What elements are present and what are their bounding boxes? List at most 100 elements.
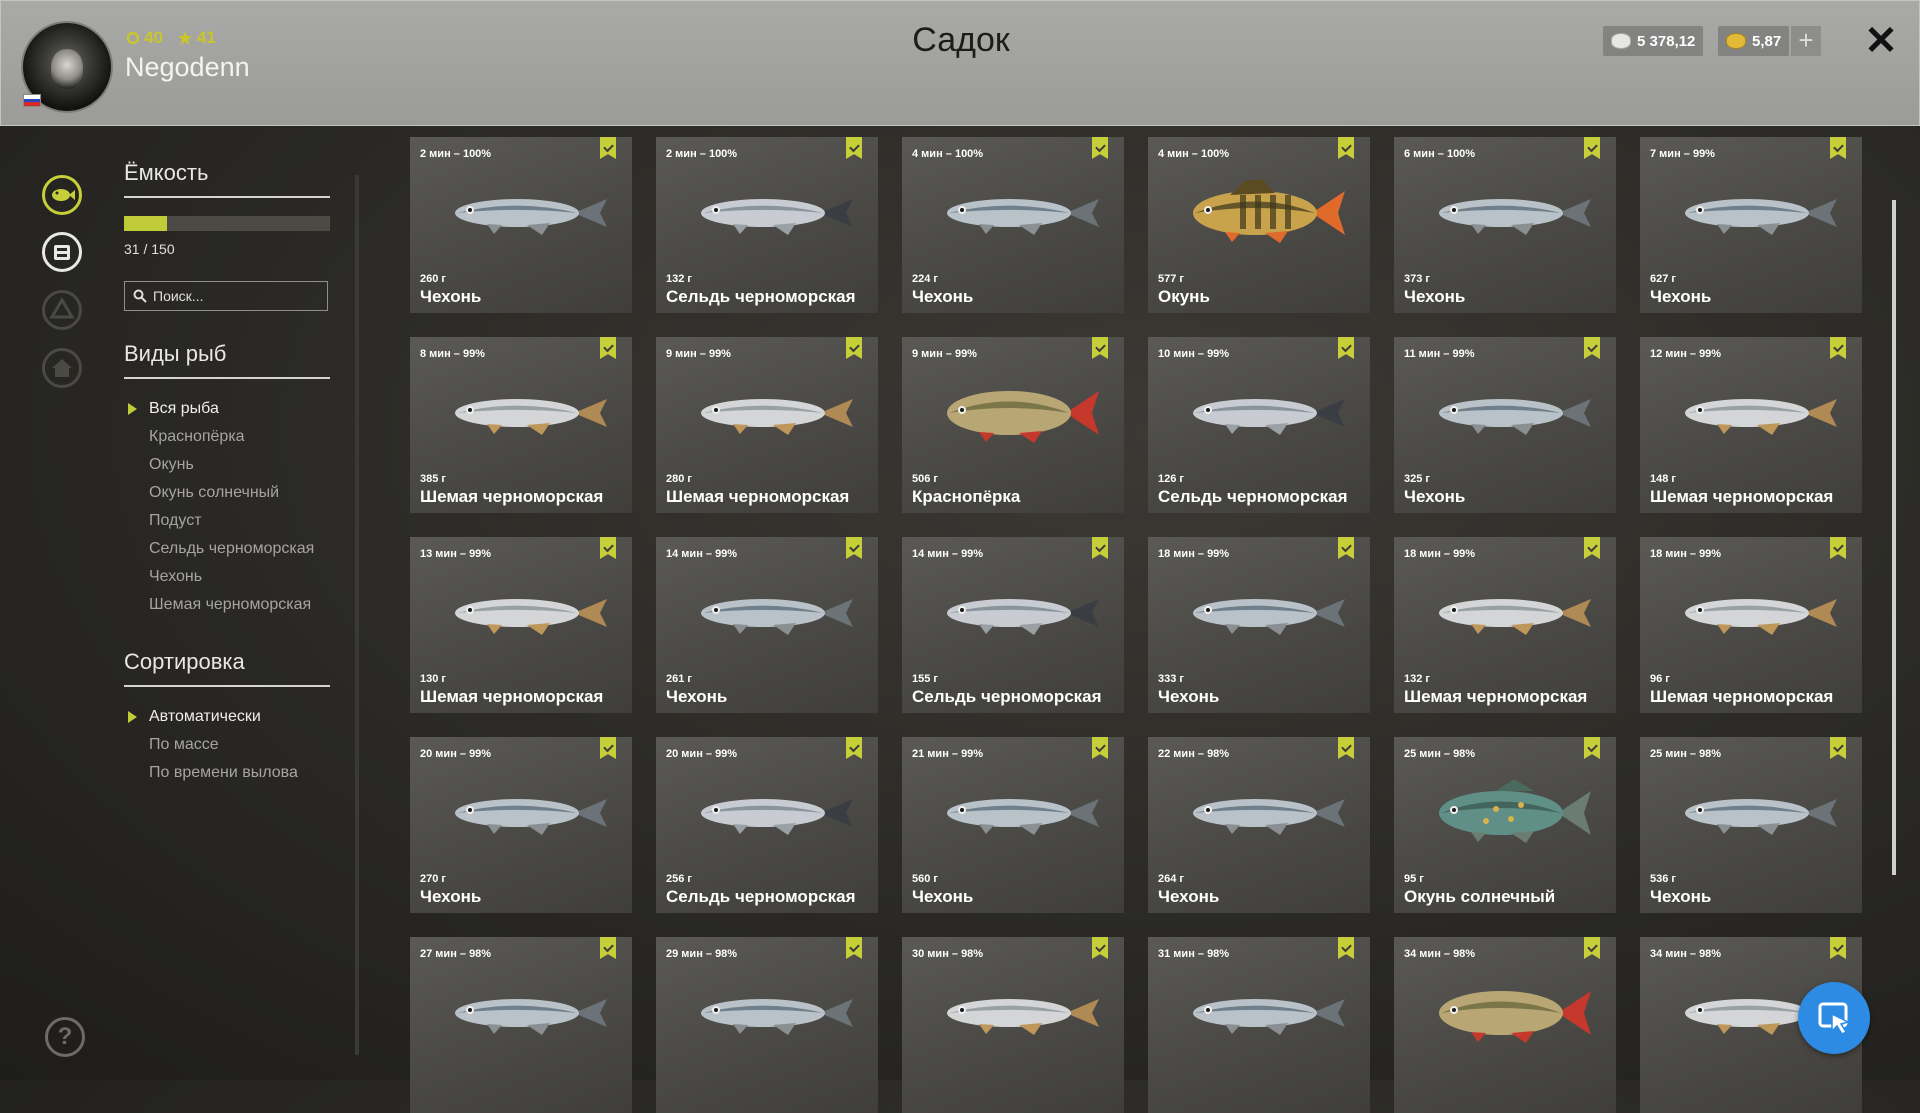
species-item[interactable]: Подуст (124, 507, 330, 535)
fish-card[interactable]: 34 мин – 98% (1394, 937, 1616, 1113)
catch-time: 18 мин – 99% (1158, 548, 1230, 560)
bookmark-icon[interactable] (1092, 537, 1108, 559)
fish-image (1170, 773, 1350, 853)
bookmark-icon[interactable] (1338, 937, 1354, 959)
fish-card[interactable]: 29 мин – 98% (656, 937, 878, 1113)
bookmark-icon[interactable] (600, 937, 616, 959)
bookmark-icon[interactable] (846, 137, 862, 159)
catch-time: 6 мин – 100% (1404, 148, 1476, 160)
fish-weight: 132 г (1404, 673, 1430, 685)
fish-card[interactable]: 30 мин – 98% (902, 937, 1124, 1113)
species-item[interactable]: Вся рыба (124, 395, 330, 423)
cursor-mode-button[interactable] (1798, 982, 1870, 1054)
bookmark-icon[interactable] (1338, 537, 1354, 559)
fish-weight: 264 г (1158, 873, 1184, 885)
fish-card[interactable]: 13 мин – 99% 130 г Шемая черноморская (410, 537, 632, 713)
bookmark-icon[interactable] (1584, 537, 1600, 559)
home-icon[interactable] (42, 348, 82, 388)
fish-card[interactable]: 31 мин – 98% (1148, 937, 1370, 1113)
fish-card[interactable]: 9 мин – 99% 506 г Краснопёрка (902, 337, 1124, 513)
fish-card[interactable]: 18 мин – 99% 333 г Чехонь (1148, 537, 1370, 713)
keepnet-fish-icon[interactable] (42, 175, 82, 215)
bookmark-icon[interactable] (1092, 137, 1108, 159)
fish-card[interactable]: 2 мин – 100% 132 г Сельдь черноморская (656, 137, 878, 313)
fish-name: Сельдь черноморская (1158, 487, 1348, 506)
bookmark-icon[interactable] (1584, 737, 1600, 759)
bookmark-icon[interactable] (1092, 337, 1108, 359)
sort-item[interactable]: По массе (124, 731, 330, 759)
fish-card[interactable]: 14 мин – 99% 155 г Сельдь черноморская (902, 537, 1124, 713)
fish-name: Шемая черноморская (666, 487, 850, 506)
fish-weight: 560 г (912, 873, 938, 885)
bookmark-icon[interactable] (600, 537, 616, 559)
fish-card[interactable]: 7 мин – 99% 627 г Чехонь (1640, 137, 1862, 313)
sort-item[interactable]: По времени вылова (124, 759, 330, 787)
bookmark-icon[interactable] (1092, 737, 1108, 759)
fish-card[interactable]: 27 мин – 98% (410, 937, 632, 1113)
fish-card[interactable]: 4 мин – 100% 577 г Окунь (1148, 137, 1370, 313)
help-button[interactable]: ? (45, 1017, 85, 1057)
bookmark-icon[interactable] (1584, 937, 1600, 959)
fish-card[interactable]: 4 мин – 100% 224 г Чехонь (902, 137, 1124, 313)
species-item[interactable]: Сельдь черноморская (124, 535, 330, 563)
bookmark-icon[interactable] (1584, 137, 1600, 159)
fish-card[interactable]: 11 мин – 99% 325 г Чехонь (1394, 337, 1616, 513)
fish-card[interactable]: 10 мин – 99% 126 г Сельдь черноморская (1148, 337, 1370, 513)
fish-card[interactable]: 18 мин – 99% 132 г Шемая черноморская (1394, 537, 1616, 713)
bookmark-icon[interactable] (846, 537, 862, 559)
species-item[interactable]: Окунь (124, 451, 330, 479)
storage-icon[interactable] (42, 232, 82, 272)
species-item[interactable]: Чехонь (124, 563, 330, 591)
bookmark-icon[interactable] (600, 737, 616, 759)
bookmark-icon[interactable] (1830, 137, 1846, 159)
bookmark-icon[interactable] (846, 337, 862, 359)
fish-image (1416, 973, 1596, 1053)
fish-card[interactable]: 25 мин – 98% 536 г Чехонь (1640, 737, 1862, 913)
bookmark-icon[interactable] (1830, 737, 1846, 759)
bookmark-icon[interactable] (1338, 137, 1354, 159)
bookmark-icon[interactable] (1338, 337, 1354, 359)
species-item[interactable]: Окунь солнечный (124, 479, 330, 507)
bookmark-icon[interactable] (1830, 537, 1846, 559)
close-button[interactable]: ✕ (1861, 21, 1901, 61)
fish-name: Чехонь (1158, 687, 1220, 706)
fish-image (1416, 373, 1596, 453)
bookmark-icon[interactable] (846, 937, 862, 959)
fish-card[interactable]: 20 мин – 99% 256 г Сельдь черноморская (656, 737, 878, 913)
bookmark-icon[interactable] (1830, 937, 1846, 959)
catch-time: 31 мин – 98% (1158, 948, 1230, 960)
trophy-icon[interactable] (42, 290, 82, 330)
catch-time: 4 мин – 100% (912, 148, 984, 160)
bookmark-icon[interactable] (846, 737, 862, 759)
fish-card[interactable]: 21 мин – 99% 560 г Чехонь (902, 737, 1124, 913)
bookmark-icon[interactable] (1584, 337, 1600, 359)
fish-name: Чехонь (1404, 487, 1466, 506)
country-flag-icon (23, 94, 41, 107)
fish-card[interactable]: 14 мин – 99% 261 г Чехонь (656, 537, 878, 713)
species-item[interactable]: Краснопёрка (124, 423, 330, 451)
bookmark-icon[interactable] (600, 337, 616, 359)
add-currency-button[interactable]: + (1791, 26, 1821, 56)
fish-card[interactable]: 8 мин – 99% 385 г Шемая черноморская (410, 337, 632, 513)
fish-card[interactable]: 18 мин – 99% 96 г Шемая черноморская (1640, 537, 1862, 713)
fish-weight: 155 г (912, 673, 938, 685)
search-input[interactable]: Поиск... (124, 281, 328, 311)
bookmark-icon[interactable] (1830, 337, 1846, 359)
fish-card[interactable]: 2 мин – 100% 260 г Чехонь (410, 137, 632, 313)
bookmark-icon[interactable] (1092, 937, 1108, 959)
grid-scrollbar[interactable] (1892, 200, 1896, 875)
catch-time: 12 мин – 99% (1650, 348, 1722, 360)
fish-card[interactable]: 12 мин – 99% 148 г Шемая черноморская (1640, 337, 1862, 513)
species-item[interactable]: Шемая черноморская (124, 591, 330, 619)
catch-time: 27 мин – 98% (420, 948, 492, 960)
fish-card[interactable]: 6 мин – 100% 373 г Чехонь (1394, 137, 1616, 313)
fish-card[interactable]: 9 мин – 99% 280 г Шемая черноморская (656, 337, 878, 513)
fish-card[interactable]: 20 мин – 99% 270 г Чехонь (410, 737, 632, 913)
fish-card[interactable]: 22 мин – 98% 264 г Чехонь (1148, 737, 1370, 913)
fish-image (924, 373, 1104, 453)
sort-item[interactable]: Автоматически (124, 703, 330, 731)
bookmark-icon[interactable] (600, 137, 616, 159)
fish-name: Чехонь (1158, 887, 1220, 906)
fish-card[interactable]: 25 мин – 98% 95 г Окунь солнечный (1394, 737, 1616, 913)
bookmark-icon[interactable] (1338, 737, 1354, 759)
